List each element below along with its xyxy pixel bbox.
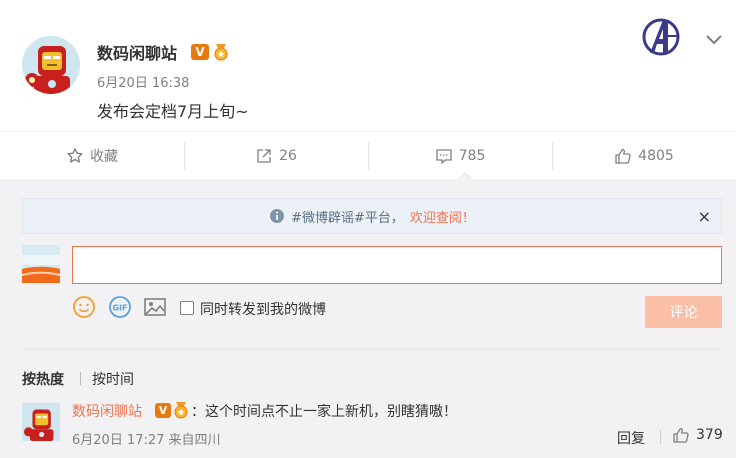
- favorite-button[interactable]: 收藏: [0, 132, 184, 179]
- iron-man-avatar-icon: [22, 403, 60, 441]
- comment-text: ：这个时间点不止一家上新机，别瞎猜嗷！: [191, 404, 457, 420]
- submit-comment-button[interactable]: 评论: [645, 296, 722, 328]
- repost-checkbox[interactable]: [180, 301, 194, 315]
- comment-time: 6月20日 17:27 来自四川: [72, 433, 221, 448]
- like-count: 4805: [638, 147, 674, 164]
- notice-hint: #微博辟谣#平台，: [291, 210, 404, 226]
- author-name[interactable]: 数码闲聊站: [97, 40, 177, 64]
- repost-checkbox-label[interactable]: 同时转发到我的微博: [200, 299, 326, 319]
- medal-icon[interactable]: [213, 43, 229, 61]
- gif-icon[interactable]: GIF: [108, 295, 132, 319]
- like-button[interactable]: 4805: [552, 132, 736, 179]
- medal-icon[interactable]: [173, 401, 189, 419]
- iron-man-avatar-icon: [22, 36, 80, 94]
- gif-icon-text: GIF: [112, 304, 127, 313]
- comment-icon: [435, 148, 452, 164]
- post-card: 数码闲聊站 V 6月20日 16:38 发布会定档7月上旬~: [0, 0, 736, 131]
- thumbs-up-icon: [673, 427, 689, 443]
- post-text: 发布会定档7月上旬~: [97, 102, 249, 121]
- comment-section: #微博辟谣#平台， 欢迎查阅！ × GIF 同时转发到我的微博 评论 按热度 按时…: [0, 179, 736, 458]
- thumbs-up-icon: [615, 148, 631, 164]
- reply-button[interactable]: 回复: [617, 428, 645, 448]
- repost-count: 26: [279, 147, 297, 164]
- notice-link[interactable]: 欢迎查阅！: [410, 207, 475, 226]
- divider: [22, 349, 722, 350]
- comment-author-avatar[interactable]: [22, 403, 60, 441]
- comment-like-button[interactable]: 379: [672, 426, 723, 444]
- repost-icon: [257, 148, 271, 163]
- sort-by-hot-tab[interactable]: 按热度: [22, 369, 64, 389]
- verified-badge: V: [191, 44, 209, 60]
- close-icon[interactable]: ×: [698, 207, 711, 226]
- post-time[interactable]: 6月20日 16:38: [97, 72, 189, 91]
- author-avatar[interactable]: [22, 36, 80, 94]
- comment-count: 785: [458, 147, 486, 164]
- user-avatar-icon: [22, 245, 60, 283]
- image-icon[interactable]: [143, 295, 167, 319]
- comment-like-count: 379: [696, 427, 723, 443]
- comment-author-name[interactable]: 数码闲聊站: [72, 401, 142, 421]
- comment-verified-badge: V: [155, 403, 171, 418]
- comment-input[interactable]: [72, 246, 722, 284]
- comment-action-separator: [660, 430, 661, 444]
- repost-button[interactable]: 26: [184, 132, 368, 179]
- info-icon: [270, 209, 285, 223]
- avengers-logo-icon: [642, 18, 680, 56]
- smiley-icon[interactable]: [72, 295, 96, 319]
- favorite-label: 收藏: [90, 148, 118, 165]
- star-icon: [67, 147, 83, 163]
- post-action-bar: 收藏 26 785 4805: [0, 131, 736, 179]
- sort-by-time-tab[interactable]: 按时间: [92, 369, 134, 389]
- my-avatar[interactable]: [22, 245, 60, 283]
- rumor-notice: #微博辟谣#平台， 欢迎查阅！ ×: [22, 198, 722, 234]
- sort-separator: [80, 372, 81, 385]
- chevron-down-icon[interactable]: [702, 30, 726, 50]
